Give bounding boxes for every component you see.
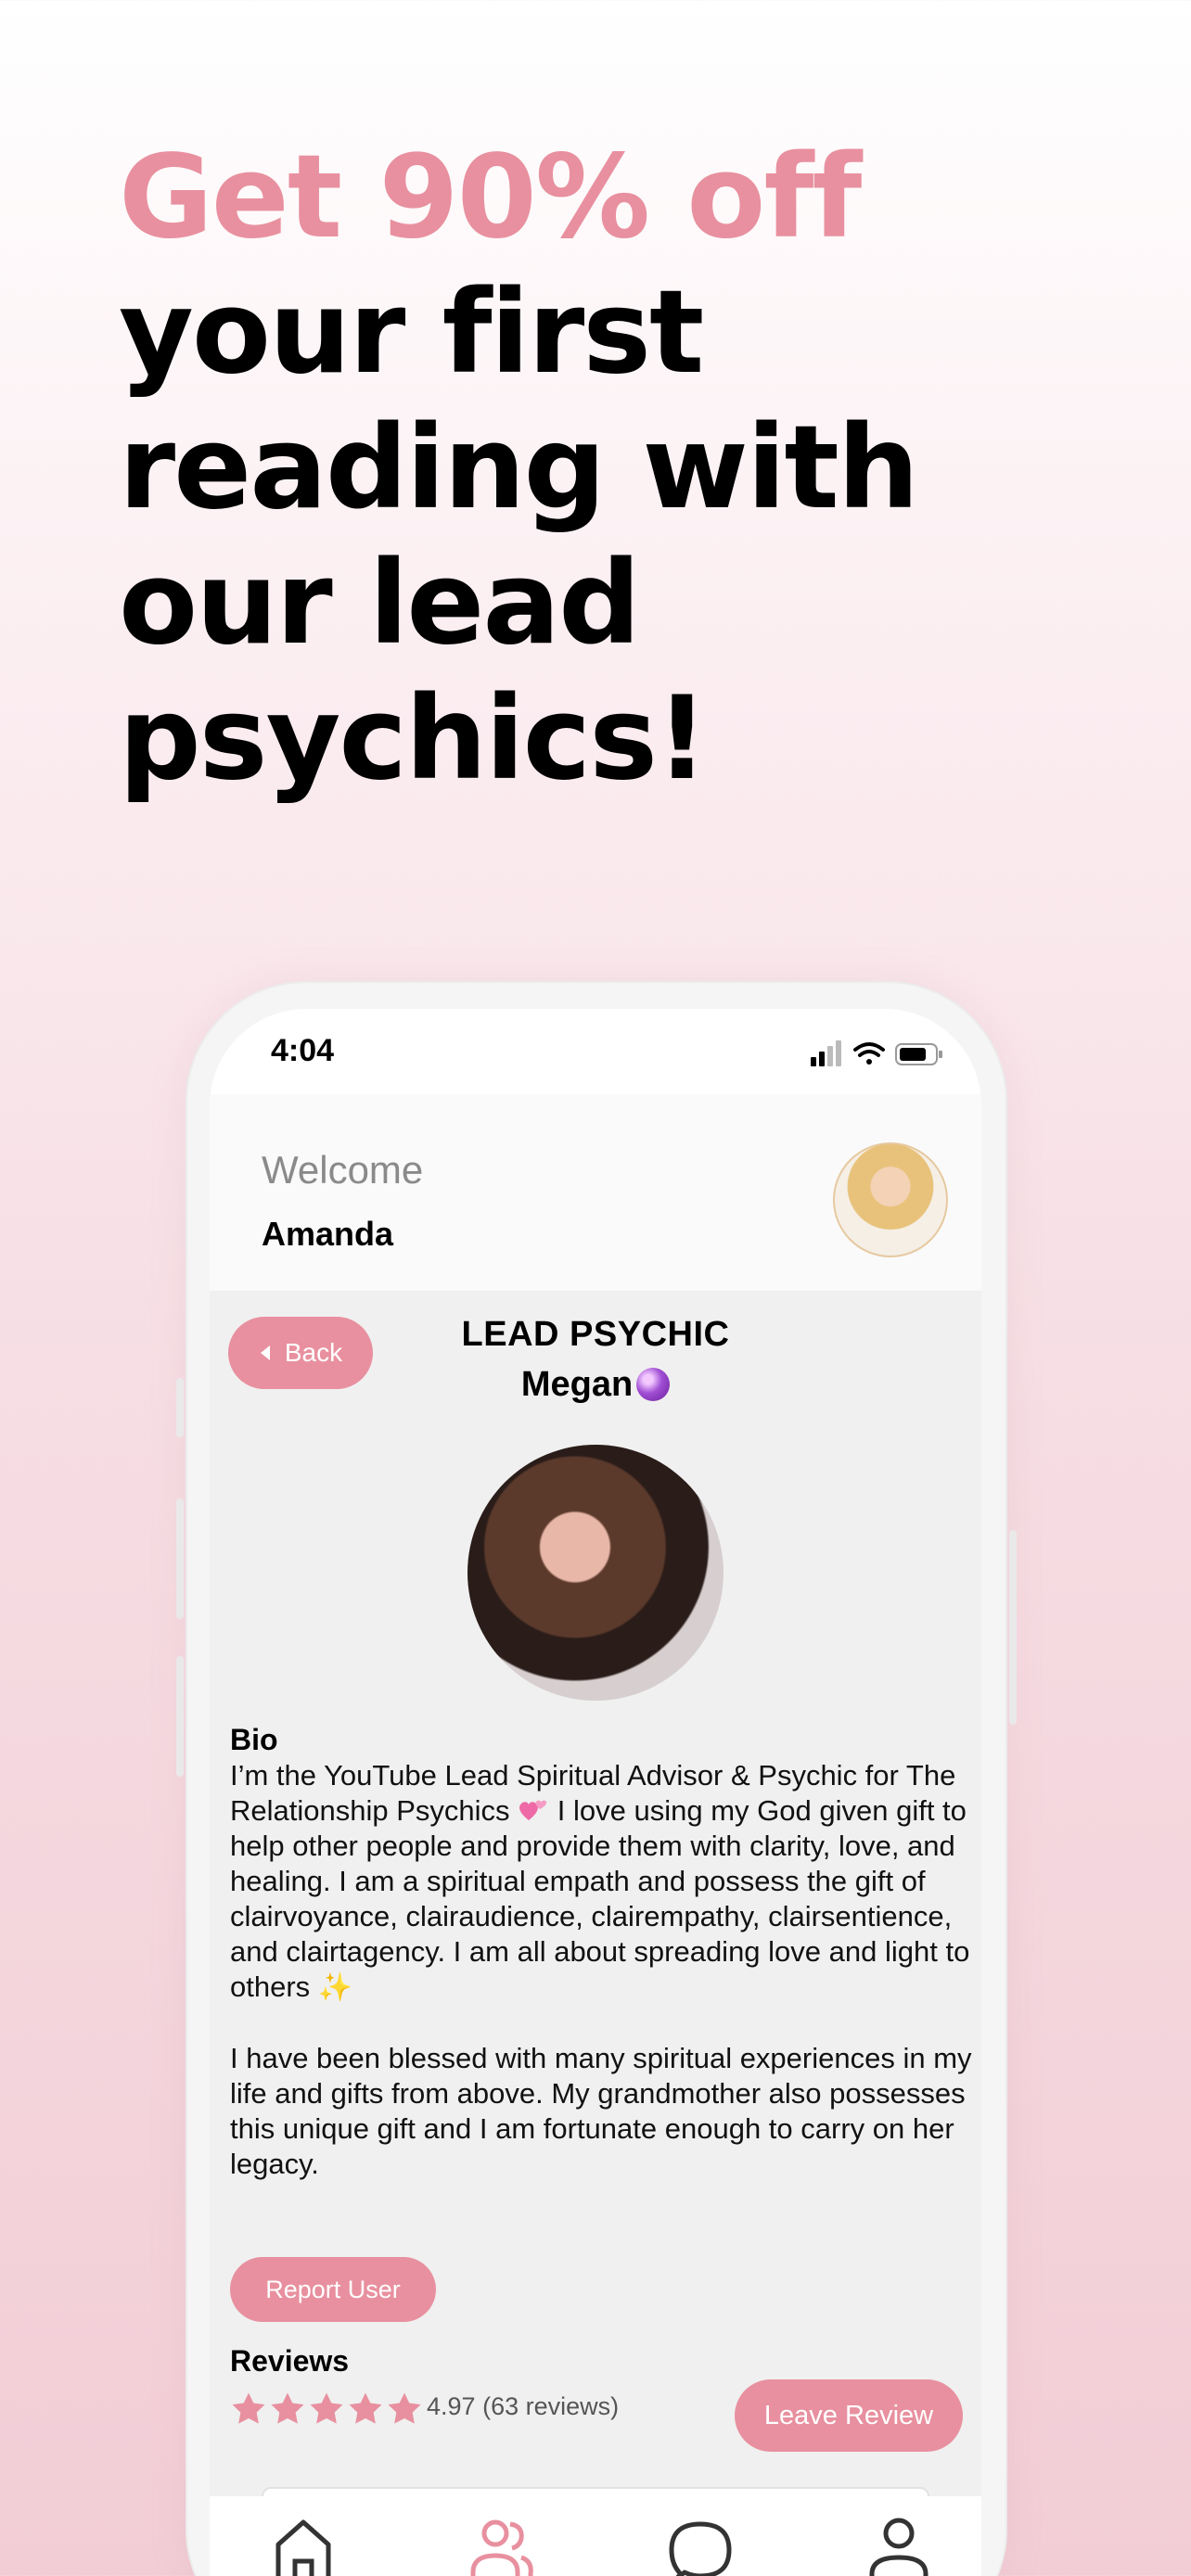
bio-paragraph-2: I have been blessed with many spiritual … (230, 2042, 972, 2180)
status-bar: 4:04 (210, 1009, 981, 1094)
star-icon (349, 2392, 382, 2424)
star-icon (388, 2392, 421, 2424)
headline-line-1: Get 90% off (119, 131, 862, 264)
phone-volume-up (176, 1498, 184, 1619)
wifi-icon (853, 1042, 885, 1065)
app-screen: 4:04 Welcome Amanda Back LEAD PSYCHIC Me… (210, 1009, 981, 2576)
users-icon[interactable] (469, 2517, 534, 2576)
psychic-name-row: Megan (210, 1365, 981, 1405)
phone-volume-down (176, 1656, 184, 1777)
promo-headline: Get 90% off your first reading with our … (119, 130, 1121, 807)
battery-icon (895, 1043, 942, 1065)
star-icon (232, 2392, 265, 2424)
report-user-button[interactable]: Report User (230, 2257, 436, 2322)
psychic-title: LEAD PSYCHIC (461, 1315, 730, 1354)
psychic-name: Megan (520, 1365, 634, 1404)
star-icon (271, 2392, 304, 2424)
user-avatar[interactable] (833, 1142, 948, 1257)
profile-icon[interactable] (866, 2517, 931, 2576)
headline-line-5: psychics! (119, 672, 709, 806)
bio-heading: Bio (230, 1723, 278, 1756)
leave-review-button[interactable]: Leave Review (735, 2379, 963, 2452)
headline-line-4: our lead (119, 537, 641, 670)
phone-power-button (1009, 1530, 1017, 1725)
user-name: Amanda (262, 1215, 394, 1253)
sparkles-icon: ✨ (317, 1972, 353, 2003)
crystal-ball-icon (636, 1368, 671, 1401)
phone-side-button (176, 1378, 184, 1437)
bio-text: I’m the YouTube Lead Spiritual Advisor &… (230, 1758, 972, 2182)
rating-summary: 4.97 (63 reviews) (427, 2392, 619, 2421)
signal-icon (811, 1040, 841, 1066)
reviews-heading: Reviews (230, 2344, 350, 2378)
headline-line-2: your first (119, 266, 704, 400)
star-icon (310, 2392, 343, 2424)
review-count: (63 reviews) (482, 2392, 620, 2420)
bio-paragraph-1: I’m the YouTube Lead Spiritual Advisor &… (230, 1758, 972, 2006)
tab-bar (210, 2496, 981, 2576)
status-time: 4:04 (271, 1033, 335, 1068)
rating-stars (230, 2391, 423, 2428)
welcome-header: Welcome Amanda (210, 1094, 981, 1291)
rating-value: 4.97 (427, 2392, 476, 2420)
two-hearts-icon (519, 1800, 547, 1820)
welcome-text: Welcome (262, 1148, 424, 1192)
headline-line-3: reading with (119, 402, 919, 535)
status-icons (811, 1040, 942, 1066)
home-icon[interactable] (271, 2517, 336, 2576)
chat-icon[interactable] (668, 2517, 733, 2576)
psychic-avatar (467, 1445, 724, 1701)
